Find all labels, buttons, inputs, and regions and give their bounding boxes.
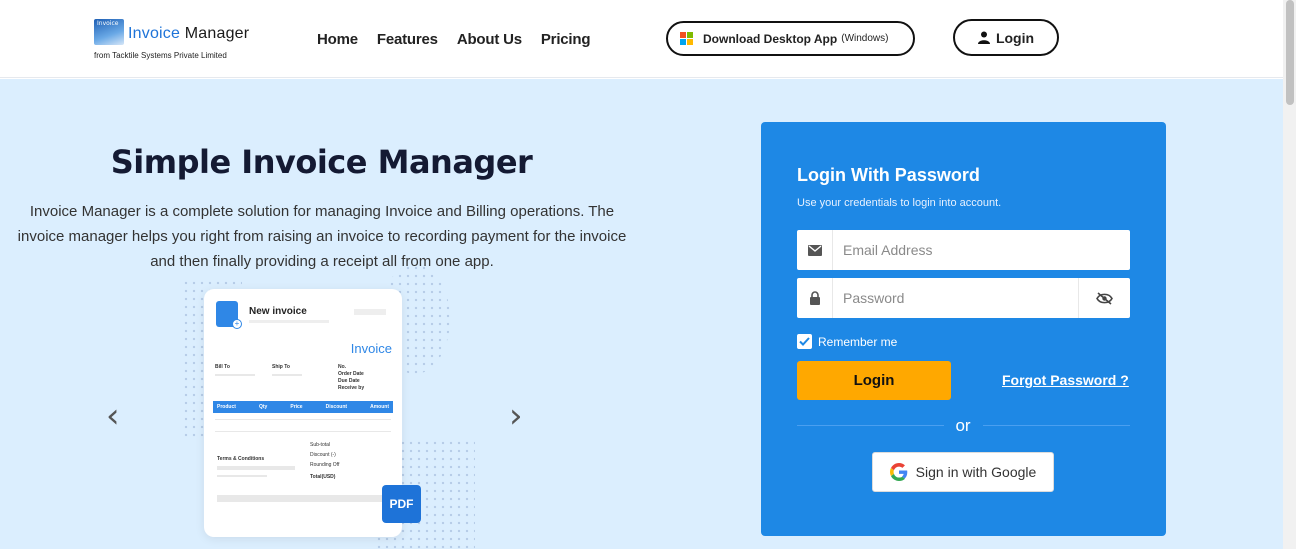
header-login-button[interactable]: Login — [953, 19, 1059, 56]
download-desktop-app-button[interactable]: Download Desktop App (Windows) — [666, 21, 915, 56]
windows-icon — [680, 32, 693, 45]
remember-me[interactable]: Remember me — [797, 334, 897, 349]
logo-subtitle: from Tacktile Systems Private Limited — [94, 51, 227, 60]
logo[interactable]: Invoice Invoice Manager from Tacktile Sy… — [94, 19, 264, 63]
google-icon — [889, 463, 907, 481]
bill-to-label: Bill To — [215, 364, 230, 370]
chevron-right-icon[interactable]: › — [509, 399, 523, 433]
password-field — [797, 278, 1130, 318]
password-input[interactable] — [843, 278, 1073, 318]
placeholder-line — [215, 419, 391, 420]
pdf-badge: PDF — [382, 485, 421, 523]
placeholder-line — [272, 374, 302, 376]
login-subtitle: Use your credentials to login into accou… — [797, 197, 1002, 209]
header-login-label: Login — [995, 29, 1035, 46]
login-title: Login With Password — [797, 165, 980, 185]
google-sign-in-button[interactable]: Sign in with Google — [872, 452, 1054, 492]
main-nav: Home Features About Us Pricing — [317, 31, 591, 48]
nav-pricing[interactable]: Pricing — [541, 31, 591, 48]
ship-to-label: Ship To — [272, 364, 290, 370]
placeholder-line — [217, 495, 387, 502]
hero-title: Simple Invoice Manager — [110, 143, 533, 181]
invoice-preview-card: + New invoice Invoice Bill To Ship To No… — [204, 289, 402, 537]
placeholder-line — [249, 320, 329, 323]
download-label: Download Desktop App — [703, 31, 838, 46]
terms-label: Terms & Conditions — [217, 456, 265, 462]
meta-label: No. — [338, 364, 347, 370]
totals-label: Discount (-) — [310, 452, 336, 458]
lock-icon — [797, 278, 833, 318]
top-header: Invoice Invoice Manager from Tacktile Sy… — [0, 0, 1283, 78]
meta-label: Due Date — [338, 378, 360, 384]
remember-me-label: Remember me — [818, 334, 898, 349]
login-panel: Login With Password Use your credentials… — [761, 122, 1166, 536]
totals-label: Rounding Off — [310, 462, 340, 468]
divider-line — [983, 425, 1130, 426]
chevron-left-icon[interactable]: ‹ — [106, 399, 120, 433]
email-field — [797, 230, 1130, 270]
remember-me-checkbox[interactable] — [797, 334, 812, 349]
totals-label: Total(USD) — [310, 474, 336, 480]
logo-mark-icon: Invoice — [94, 19, 124, 45]
placeholder-line — [217, 466, 295, 470]
user-icon — [977, 31, 990, 44]
google-sign-in-label: Sign in with Google — [915, 464, 1037, 480]
nav-features[interactable]: Features — [377, 31, 438, 48]
divider-line — [797, 425, 944, 426]
forgot-password-link[interactable]: Forgot Password ? — [1002, 372, 1129, 388]
nav-home[interactable]: Home — [317, 31, 358, 48]
hero-description: Invoice Manager is a complete solution f… — [17, 203, 627, 270]
placeholder-line — [215, 374, 255, 376]
eye-off-icon[interactable] — [1078, 278, 1130, 318]
invoice-table-header: Product Qty Price Discount Amount — [213, 401, 393, 413]
new-invoice-heading: New invoice — [249, 306, 307, 317]
email-input[interactable] — [843, 230, 1073, 270]
logo-title: Invoice Manager — [128, 25, 250, 42]
nav-about-us[interactable]: About Us — [457, 31, 522, 48]
meta-label: Order Date — [338, 371, 364, 377]
login-button[interactable]: Login — [797, 361, 951, 400]
placeholder-line — [354, 309, 386, 315]
plus-icon: + — [232, 319, 242, 329]
invoice-label: Invoice — [350, 341, 392, 356]
totals-label: Sub-total — [310, 442, 331, 448]
placeholder-line — [217, 475, 267, 477]
download-sublabel: (Windows) — [841, 33, 889, 44]
mail-icon — [797, 230, 833, 270]
meta-label: Receive by — [338, 385, 365, 391]
scrollbar-thumb[interactable] — [1286, 0, 1294, 105]
or-separator: or — [955, 416, 971, 435]
placeholder-line — [215, 431, 391, 432]
